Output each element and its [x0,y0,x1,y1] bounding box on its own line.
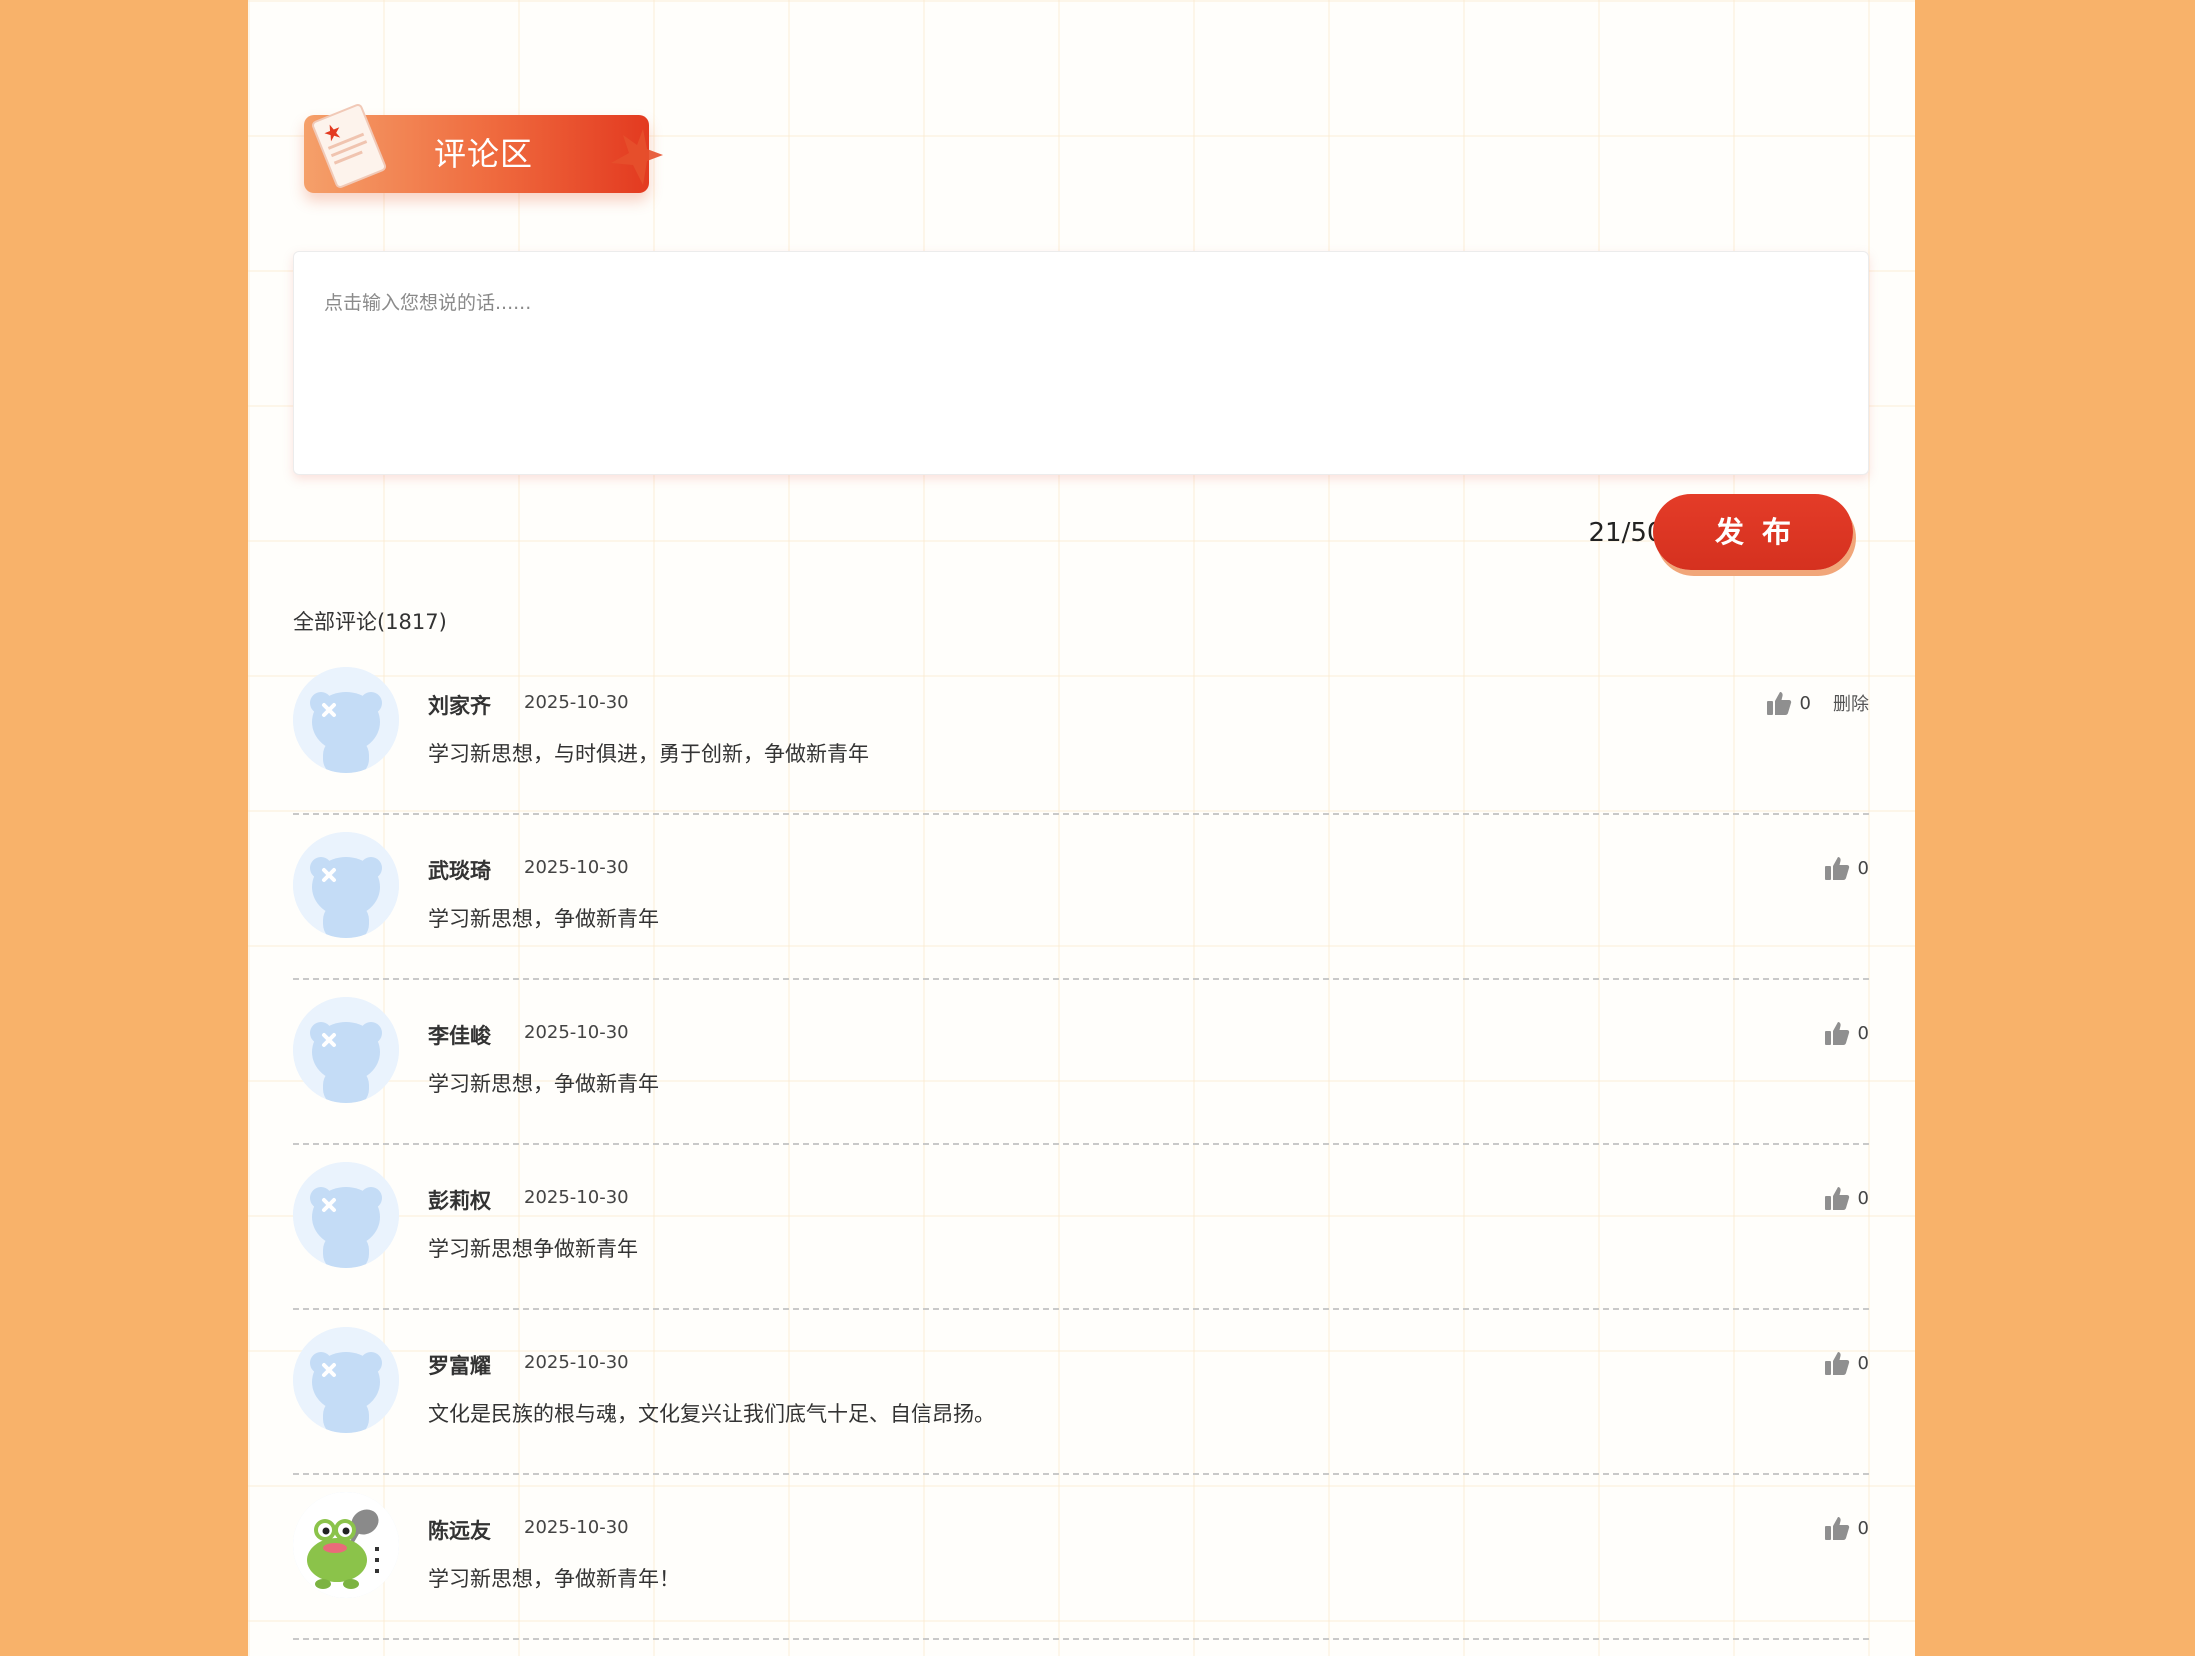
comment-text: 学习新思想，争做新青年 [428,907,659,931]
comment-author: 陈远友 [428,1519,491,1543]
default-avatar-icon[interactable] [293,997,399,1103]
comment-text: 学习新思想，争做新青年 [428,1072,659,1096]
comment-item: 陈远友 2025-10-30 学习新思想，争做新青年！ 0 [293,1475,1869,1640]
like-count: 0 [1857,1352,1869,1374]
thumbs-up-icon[interactable] [1824,1350,1850,1376]
like-control: 0 [1824,1018,1869,1048]
thumbs-up-icon[interactable] [1766,690,1792,716]
frog-avatar-icon[interactable] [293,1492,399,1598]
thumbs-up-icon[interactable] [1824,1185,1850,1211]
star-icon [611,129,663,185]
default-avatar-icon[interactable] [293,832,399,938]
like-control: 0 [1824,853,1869,883]
default-avatar-icon[interactable] [293,667,399,773]
comment-author: 武琰琦 [428,859,491,883]
comment-date: 2025-10-30 [524,857,629,878]
comment-page: 评论区 21/500 发布 全部评论(1817) 刘家齐2025-10-30学习… [248,0,1915,1656]
comment-input-box [293,251,1869,475]
comment-input[interactable] [294,252,1868,474]
section-title: 评论区 [434,135,534,173]
like-control: 0 [1824,1348,1869,1378]
comment-item: 罗富耀 2025-10-30 文化是民族的根与魂，文化复兴让我们底气十足、自信昂扬。… [293,1310,1869,1475]
default-avatar-icon[interactable] [293,1162,399,1268]
delete-comment-link[interactable]: 删除 [1833,690,1869,716]
like-count: 0 [1799,692,1811,714]
comment-author: 彭莉权 [428,1189,491,1213]
comment-date: 2025-10-30 [524,1187,629,1208]
comment-author: 李佳峻 [428,1024,491,1048]
like-control: 0 [1824,1513,1869,1543]
default-avatar-icon[interactable] [293,1327,399,1433]
comment-list: 刘家齐 2025-10-30 学习新思想，与时俱进，勇于创新，争做新青年 0 删除 武… [293,650,1869,1640]
comment-text: 学习新思想争做新青年 [428,1237,638,1261]
like-control: 0 [1824,1183,1869,1213]
comment-date: 2025-10-30 [524,1352,629,1373]
comment-item: 刘家齐 2025-10-30 学习新思想，与时俱进，勇于创新，争做新青年 0 删除 [293,650,1869,815]
thumbs-up-icon[interactable] [1824,1020,1850,1046]
like-count: 0 [1857,1187,1869,1209]
like-control: 0 删除 [1766,688,1869,718]
thumbs-up-icon[interactable] [1824,1515,1850,1541]
comment-text: 文化是民族的根与魂，文化复兴让我们底气十足、自信昂扬。 [428,1402,995,1426]
like-count: 0 [1857,1517,1869,1539]
comment-date: 2025-10-30 [524,1517,629,1538]
thumbs-up-icon[interactable] [1824,855,1850,881]
comment-date: 2025-10-30 [524,1022,629,1043]
like-count: 0 [1857,857,1869,879]
comment-text: 学习新思想，与时俱进，勇于创新，争做新青年 [428,742,869,766]
comment-item: 彭莉权 2025-10-30 学习新思想争做新青年 0 [293,1145,1869,1310]
publish-button[interactable]: 发布 [1653,494,1853,570]
comment-item: 武琰琦 2025-10-30 学习新思想，争做新青年 0 [293,815,1869,980]
comment-author: 罗富耀 [428,1354,491,1378]
like-count: 0 [1857,1022,1869,1044]
comment-date: 2025-10-30 [524,692,629,713]
comment-item: 李佳峻 2025-10-30 学习新思想，争做新青年 0 [293,980,1869,1145]
comment-author: 刘家齐 [428,694,491,718]
comment-count-title: 全部评论(1817) [293,610,447,634]
comment-text: 学习新思想，争做新青年！ [428,1567,680,1591]
document-icon [312,103,387,188]
